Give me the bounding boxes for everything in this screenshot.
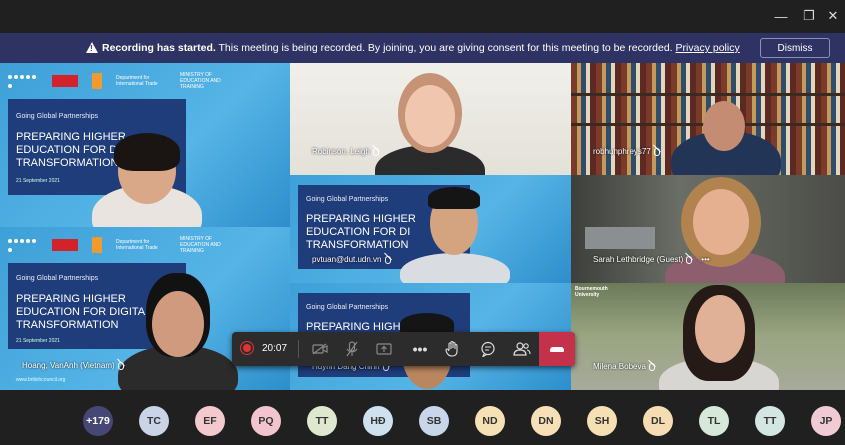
- more-options-icon[interactable]: •••: [701, 255, 709, 264]
- slide-title-3: TRANSFORMATION: [16, 157, 119, 169]
- more-participants-badge[interactable]: +179: [83, 406, 113, 436]
- share-screen-icon[interactable]: [368, 332, 400, 366]
- dismiss-button[interactable]: Dismiss: [760, 38, 830, 58]
- sponsor-logos: Department for International Trade MINIS…: [8, 235, 230, 255]
- leave-call-button[interactable]: [539, 332, 575, 366]
- video-tile-sarah[interactable]: Sarah Lethbridge (Guest) •••: [571, 175, 845, 283]
- participant-avatar[interactable]: ND: [475, 406, 505, 436]
- participant-name: pvtuan@dut.udn.vn: [312, 255, 391, 264]
- participant-avatar[interactable]: JP: [811, 406, 841, 436]
- participant-avatar[interactable]: HĐ: [363, 406, 393, 436]
- participant-avatar[interactable]: SB: [419, 406, 449, 436]
- partner-logo-red: [52, 75, 78, 87]
- mic-muted-icon: [653, 147, 660, 156]
- video-tile-milena[interactable]: Bournemouth University Milena Bobeva: [571, 283, 845, 390]
- video-tile-slide-1[interactable]: Department for International Trade MINIS…: [0, 63, 290, 227]
- participant-hair: [428, 187, 480, 209]
- british-council-logo: [8, 73, 38, 89]
- partner-logo-red: [52, 239, 78, 251]
- slide-date: 21 September 2021: [16, 178, 60, 184]
- participant-face: [703, 101, 745, 151]
- meeting-control-bar: 20:07 •••: [232, 332, 575, 366]
- slide-subtitle: Going Global Partnerships: [306, 196, 389, 203]
- participant-face: [695, 295, 745, 363]
- institution-logo: Bournemouth University: [575, 286, 608, 298]
- moet-logo-text: MINISTRY OF EDUCATION AND TRAINING: [180, 236, 221, 254]
- video-tile-pvtuan[interactable]: Going Global Partnerships PREPARING HIGH…: [290, 175, 571, 283]
- partner-logo-orange: [92, 73, 102, 89]
- banner-title: Recording has started.: [102, 42, 216, 54]
- window-titlebar: — ❐ ✕: [0, 0, 845, 33]
- meeting-timer: 20:07: [262, 343, 288, 354]
- slide-title-1: PREPARING HIGHER: [306, 213, 416, 225]
- warning-icon: [86, 42, 98, 53]
- sofa: [585, 227, 655, 249]
- mic-off-icon[interactable]: [336, 332, 368, 366]
- slide-title-1: PREPARING HIGHER: [16, 131, 126, 143]
- video-tile-robhunphreys[interactable]: robhunphreys77: [571, 63, 845, 175]
- camera-off-icon[interactable]: [304, 332, 336, 366]
- dit-logo-text: Department for International Trade: [116, 239, 158, 251]
- slide-title-2: EDUCATION FOR DIGITA: [16, 306, 146, 318]
- participant-avatar[interactable]: DL: [643, 406, 673, 436]
- video-tile-robinson[interactable]: Robinson, Leigh: [290, 63, 571, 175]
- participant-name: Sarah Lethbridge (Guest) •••: [593, 255, 710, 264]
- slide-title-2: EDUCATION FOR DI: [306, 226, 411, 238]
- close-icon[interactable]: ✕: [822, 6, 844, 26]
- participant-body: [400, 253, 510, 283]
- restore-icon[interactable]: ❐: [798, 6, 820, 26]
- slide-title-3: TRANSFORMATION: [306, 239, 409, 251]
- banner-message: Recording has started. This meeting is b…: [102, 42, 740, 54]
- hang-up-icon: [550, 346, 564, 352]
- participant-name: Robinson, Leigh: [312, 147, 379, 156]
- participant-avatar[interactable]: TL: [699, 406, 729, 436]
- raise-hand-icon[interactable]: [436, 332, 468, 366]
- participant-name: Milena Bobeva: [593, 362, 655, 371]
- mic-muted-icon: [117, 361, 124, 370]
- recording-indicator-icon: [243, 344, 251, 352]
- mic-muted-icon: [384, 255, 391, 264]
- participant-avatar[interactable]: DN: [531, 406, 561, 436]
- slide-subtitle: Going Global Partnerships: [16, 275, 99, 282]
- participant-hair: [114, 133, 180, 171]
- participant-avatar[interactable]: SH: [587, 406, 617, 436]
- slide-title-1: PREPARING HIGHER: [16, 293, 126, 305]
- moet-logo-text: MINISTRY OF EDUCATION AND TRAINING: [180, 72, 221, 90]
- participant-avatar[interactable]: TC: [139, 406, 169, 436]
- british-council-logo: [8, 237, 38, 253]
- slide-subtitle: Going Global Partnerships: [306, 304, 389, 311]
- dit-logo-text: Department for International Trade: [116, 75, 158, 87]
- sponsor-logos: Department for International Trade MINIS…: [8, 71, 230, 91]
- more-actions-icon[interactable]: •••: [404, 332, 436, 366]
- minimize-icon[interactable]: —: [770, 6, 792, 26]
- participant-avatar[interactable]: TT: [755, 406, 785, 436]
- mic-muted-icon: [648, 362, 655, 371]
- slide-url: www.britishcouncil.org: [16, 377, 66, 383]
- recording-banner: Recording has started. This meeting is b…: [0, 33, 845, 63]
- privacy-policy-link[interactable]: Privacy policy: [676, 42, 740, 54]
- mic-muted-icon: [686, 255, 693, 264]
- slide-date: 21 September 2021: [16, 338, 60, 344]
- banner-text: This meeting is being recorded. By joini…: [218, 42, 673, 54]
- participants-icon[interactable]: [506, 332, 538, 366]
- slide-title-3: TRANSFORMATION: [16, 319, 119, 331]
- partner-logo-orange: [92, 237, 102, 253]
- participant-avatar-row: +179 TC EF PQ TT HĐ SB ND DN SH DL TL TT JP: [0, 400, 845, 445]
- participant-avatar[interactable]: EF: [195, 406, 225, 436]
- chat-icon[interactable]: [472, 332, 504, 366]
- participant-face: [405, 85, 455, 147]
- slide-subtitle: Going Global Partnerships: [16, 113, 99, 120]
- participant-name: Hoang, VanAnh (Vietnam): [22, 361, 124, 370]
- mic-muted-icon: [372, 147, 379, 156]
- participant-face: [693, 189, 749, 255]
- participant-avatar[interactable]: PQ: [251, 406, 281, 436]
- participant-avatar[interactable]: TT: [307, 406, 337, 436]
- participant-name: robhunphreys77: [593, 147, 660, 156]
- participant-face: [152, 291, 204, 357]
